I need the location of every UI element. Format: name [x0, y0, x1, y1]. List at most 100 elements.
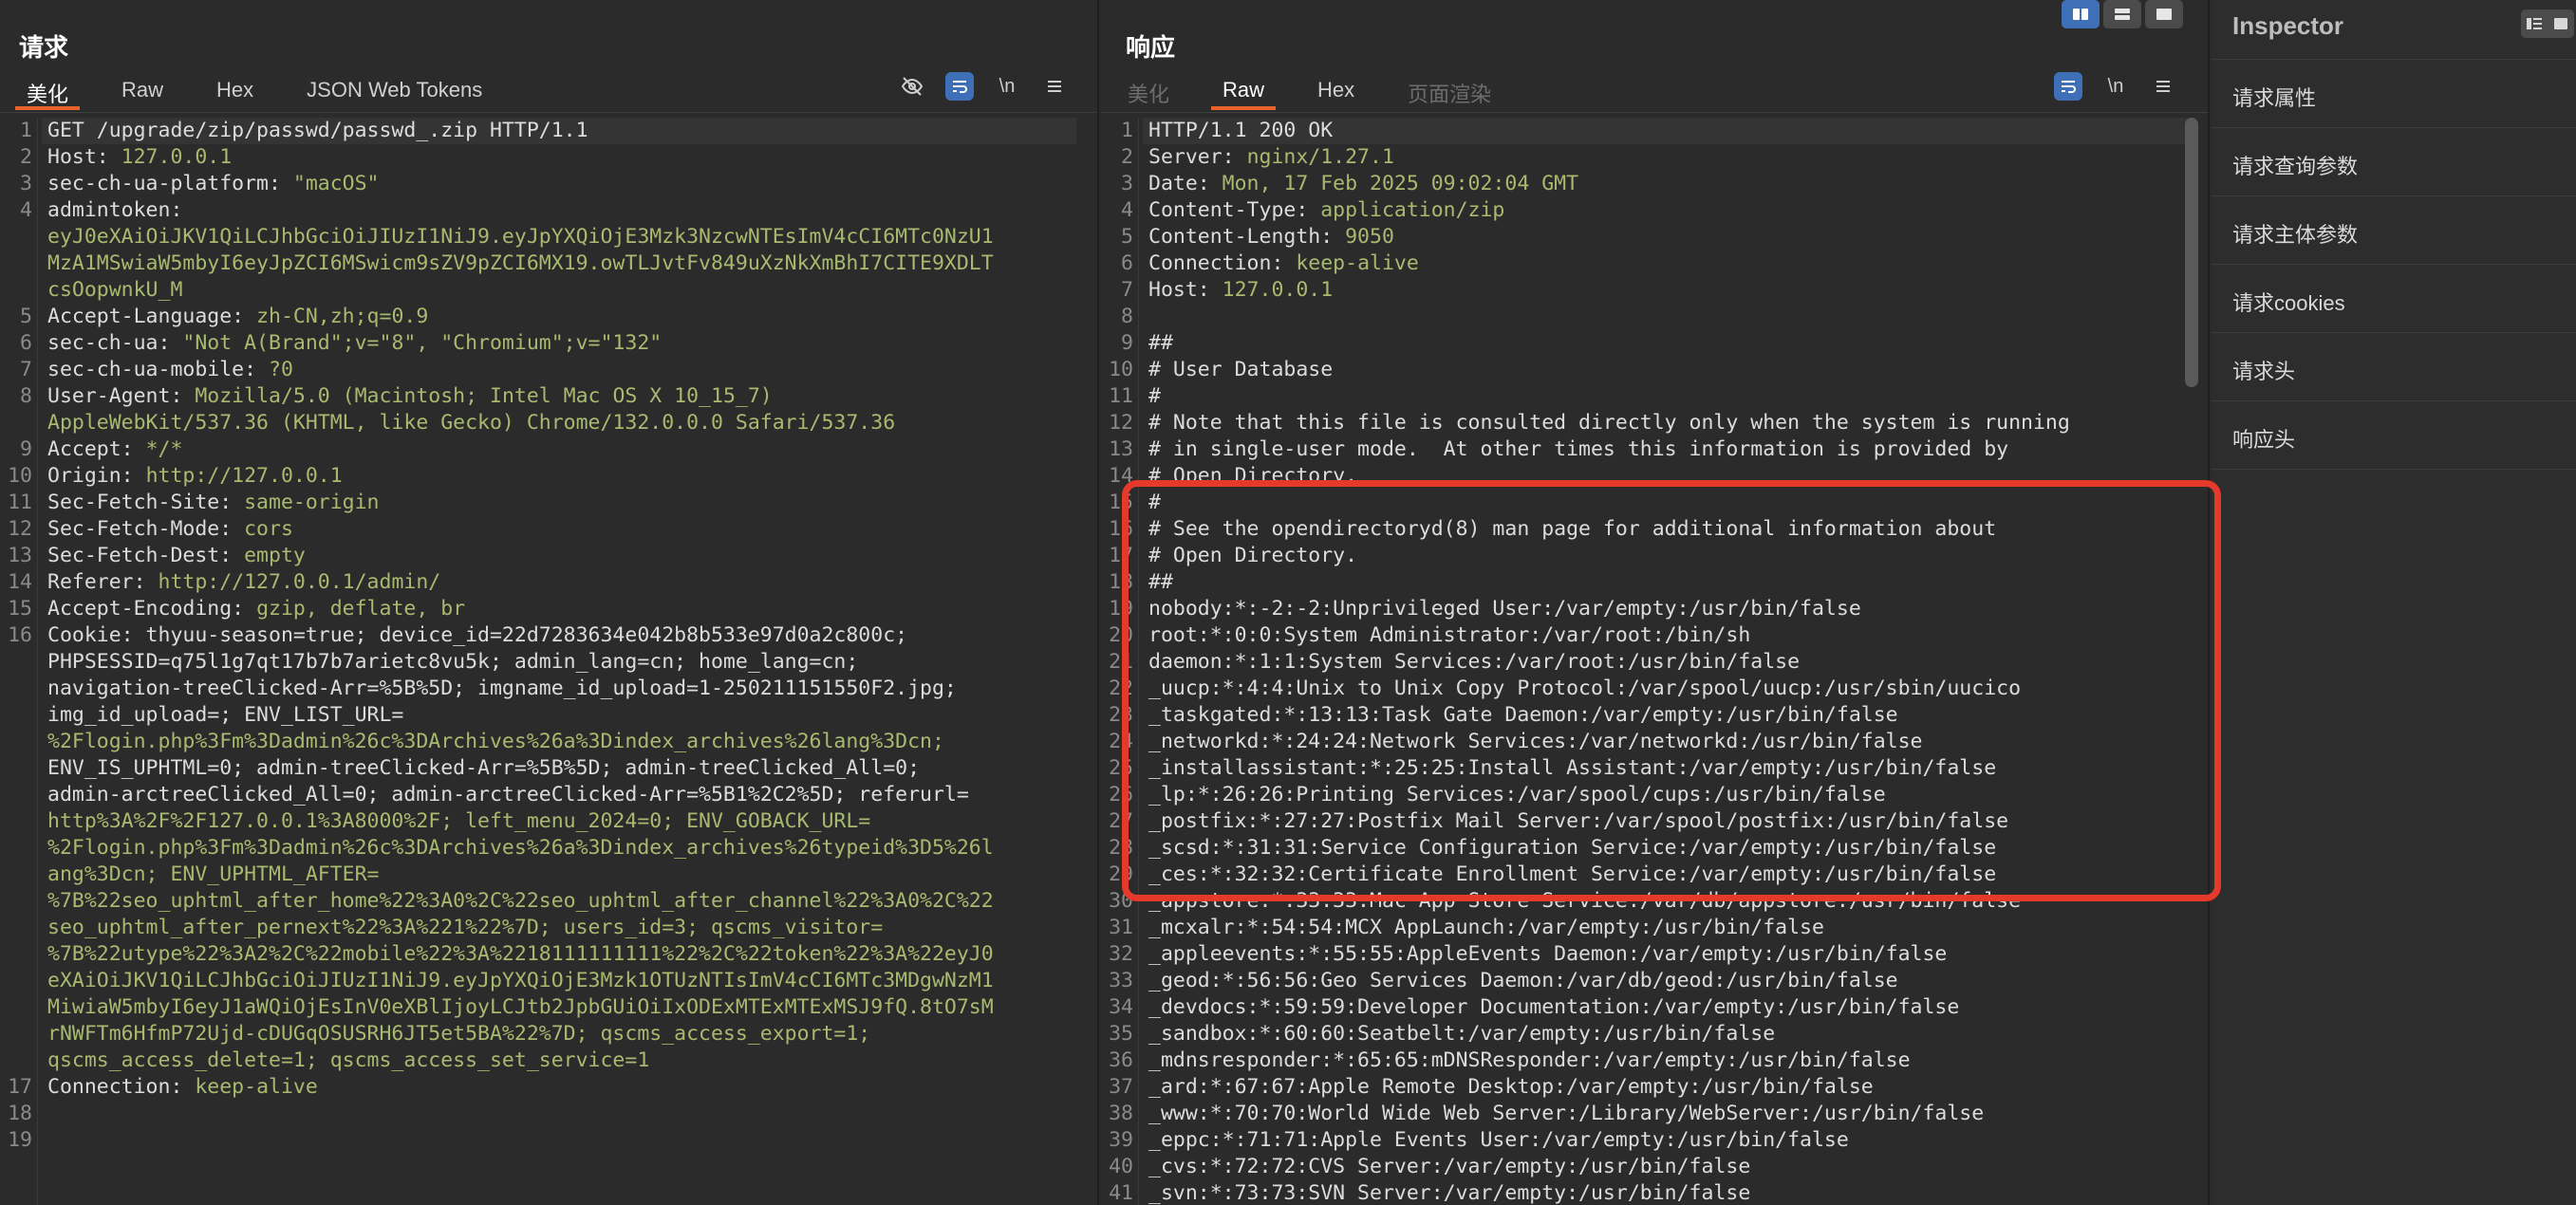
line-number: 2	[20, 145, 32, 169]
eye-off-icon[interactable]	[898, 72, 926, 101]
line-number: 16	[1109, 517, 1133, 541]
inspector-item-request-headers[interactable]: 请求头	[2232, 355, 2295, 385]
code-line: Origin: http://127.0.0.1	[47, 463, 343, 490]
split-horizontal-icon[interactable]	[2103, 0, 2141, 28]
code-line: Connection: keep-alive	[1148, 250, 1419, 277]
code-key: _uucp:*:4:4:Unix to Unix Copy Protocol:/…	[1148, 677, 2022, 700]
code-line: _geod:*:56:56:Geo Services Daemon:/var/d…	[1148, 968, 1898, 994]
code-line: sec-ch-ua: "Not A(Brand";v="8", "Chromiu…	[47, 330, 662, 357]
response-editor[interactable]: 1 HTTP/1.1 200 OK 2 Server: nginx/1.27.1 3 Da…	[1101, 118, 2208, 1205]
code-line: eyJ0eXAiOiJKV1QiLCJhbGciOiJIUzI1NiJ9.eyJ…	[47, 224, 994, 250]
tab-prettify[interactable]: 美化	[14, 72, 81, 110]
newline-icon[interactable]: \n	[2101, 72, 2130, 101]
line-number: 13	[1109, 437, 1133, 461]
code-line: Referer: http://127.0.0.1/admin/	[47, 569, 440, 596]
code-line: _postfix:*:27:27:Postfix Mail Server:/va…	[1148, 808, 2008, 835]
code-line: Cookie: thyuu-season=true; device_id=22d…	[47, 622, 907, 649]
tab-prettify[interactable]: 美化	[1128, 72, 1169, 110]
code-value: "Not A(Brand";v="8", "Chromium";v="132"	[182, 331, 663, 355]
panel-collapse-icon[interactable]	[2548, 9, 2574, 38]
code-line: admin-arctreeClicked_All=0; admin-arctre…	[47, 782, 969, 808]
code-value: http://127.0.0.1	[145, 464, 343, 488]
scrollbar[interactable]	[2185, 118, 2198, 387]
single-pane-icon[interactable]	[2145, 0, 2183, 28]
line-number: 25	[1109, 756, 1133, 780]
tab-json-web-tokens[interactable]: JSON Web Tokens	[307, 72, 482, 110]
newline-icon[interactable]: \n	[993, 72, 1021, 101]
menu-icon[interactable]	[1040, 72, 1069, 101]
code-key: _networkd:*:24:24:Network Services:/var/…	[1148, 730, 1923, 753]
tab-render[interactable]: 页面渲染	[1408, 72, 1491, 110]
code-key: Content-Length:	[1148, 225, 1346, 249]
tab-raw[interactable]: Raw	[121, 72, 163, 110]
inspector-item-request-attributes[interactable]: 请求属性	[2232, 82, 2316, 112]
code-line: ENV_IS_UPHTML=0; admin-treeClicked-Arr=%…	[47, 755, 920, 782]
code-value: MzA1MSwiaW5mbyI6eyJpZCI6MSwicm9sZV9pZCI6…	[47, 251, 994, 275]
split-vertical-icon[interactable]	[2062, 0, 2100, 28]
line-number: 3	[1121, 172, 1133, 195]
code-line: ang%3Dcn; ENV_UPHTML_AFTER=	[47, 862, 380, 888]
inspector-item-body-params[interactable]: 请求主体参数	[2232, 218, 2358, 249]
code-key: Referer:	[47, 570, 159, 594]
code-line: ##	[1148, 569, 1173, 596]
request-pane: 请求 美化 Raw Hex JSON Web Tokens \n 1 GET /u…	[0, 0, 1099, 1205]
line-number: 32	[1109, 942, 1133, 966]
code-value: seo_uphtml_after_pernext%22%3A%221%22%7D…	[47, 916, 884, 939]
inspector-layout-toggle[interactable]	[2521, 9, 2574, 38]
code-value: eXAiOiJKV1QiLCJhbGciOiJIUzI1NiJ9.eyJpYXQ…	[47, 969, 994, 992]
response-toolbar: \n	[2054, 72, 2177, 101]
inspector-item-response-headers[interactable]: 响应头	[2232, 423, 2295, 454]
inspector-item-query-params[interactable]: 请求查询参数	[2232, 150, 2358, 180]
line-number: 26	[1109, 783, 1133, 806]
code-value: same-origin	[244, 491, 380, 514]
code-line: PHPSESSID=q75l1g7qt17b7b7arietc8vu5k; ad…	[47, 649, 858, 676]
line-number: 21	[1109, 650, 1133, 674]
tab-hex[interactable]: Hex	[1317, 72, 1354, 110]
code-line: root:*:0:0:System Administrator:/var/roo…	[1148, 622, 1750, 649]
code-value: AppleWebKit/537.36 (KHTML, like Gecko) C…	[47, 411, 896, 435]
wrap-icon[interactable]	[945, 72, 974, 101]
code-line: MzA1MSwiaW5mbyI6eyJpZCI6MSwicm9sZV9pZCI6…	[47, 250, 994, 277]
line-number: 12	[1109, 411, 1133, 435]
line-number: 19	[1109, 597, 1133, 621]
tab-raw[interactable]: Raw	[1211, 72, 1277, 110]
line-number: 41	[1109, 1181, 1133, 1205]
code-key: Server:	[1148, 145, 1247, 169]
inspector-title: Inspector	[2232, 11, 2344, 40]
line-number: 15	[1109, 491, 1133, 514]
code-key: sec-ch-ua-platform:	[47, 172, 293, 195]
code-line: _cvs:*:72:72:CVS Server:/var/empty:/usr/…	[1148, 1154, 1750, 1180]
tab-hex[interactable]: Hex	[216, 72, 253, 110]
code-key: ##	[1148, 331, 1173, 355]
panel-layout-icon[interactable]	[2521, 9, 2548, 38]
request-editor[interactable]: 1 GET /upgrade/zip/passwd/passwd_.zip HTT…	[0, 118, 1097, 1205]
inspector-item-cookies[interactable]: 请求cookies	[2232, 287, 2345, 317]
line-number: 11	[8, 491, 32, 514]
wrap-icon[interactable]	[2054, 72, 2082, 101]
line-number: 1	[1121, 119, 1133, 142]
code-key: Date:	[1148, 172, 1223, 195]
line-number: 3	[20, 172, 32, 195]
code-key: _geod:*:56:56:Geo Services Daemon:/var/d…	[1148, 969, 1898, 992]
menu-icon[interactable]	[2149, 72, 2177, 101]
code-value: Mozilla/5.0 (Macintosh; Intel Mac OS X 1…	[195, 384, 773, 408]
line-number: 2	[1121, 145, 1133, 169]
code-line: _sandbox:*:60:60:Seatbelt:/var/empty:/us…	[1148, 1021, 1775, 1047]
code-value: keep-alive	[1296, 251, 1419, 275]
line-number: 33	[1109, 969, 1133, 992]
code-line: _networkd:*:24:24:Network Services:/var/…	[1148, 729, 1922, 755]
line-number: 1	[20, 119, 32, 142]
code-key: GET /upgrade/zip/passwd/passwd_.zip HTTP…	[47, 119, 588, 142]
code-line: _lp:*:26:26:Printing Services:/var/spool…	[1148, 782, 1886, 808]
code-key: daemon:*:1:1:System Services:/var/root:/…	[1148, 650, 1801, 674]
code-key: Origin:	[47, 464, 146, 488]
code-line: _ard:*:67:67:Apple Remote Desktop:/var/e…	[1148, 1074, 1874, 1101]
code-line: _taskgated:*:13:13:Task Gate Daemon:/var…	[1148, 702, 1898, 729]
code-key: _ard:*:67:67:Apple Remote Desktop:/var/e…	[1148, 1075, 1874, 1099]
code-line: _eppc:*:71:71:Apple Events User:/var/emp…	[1148, 1127, 1849, 1154]
code-line: _svn:*:73:73:SVN Server:/var/empty:/usr/…	[1148, 1180, 1750, 1205]
code-value: "macOS"	[292, 172, 380, 195]
code-line: MiwiaW5mbyI6eyJ1aWQiOjEsInV0eXBlIjoyLCJt…	[47, 994, 994, 1021]
code-line: # Open Directory.	[1148, 463, 1357, 490]
code-key: _cvs:*:72:72:CVS Server:/var/empty:/usr/…	[1148, 1155, 1751, 1178]
